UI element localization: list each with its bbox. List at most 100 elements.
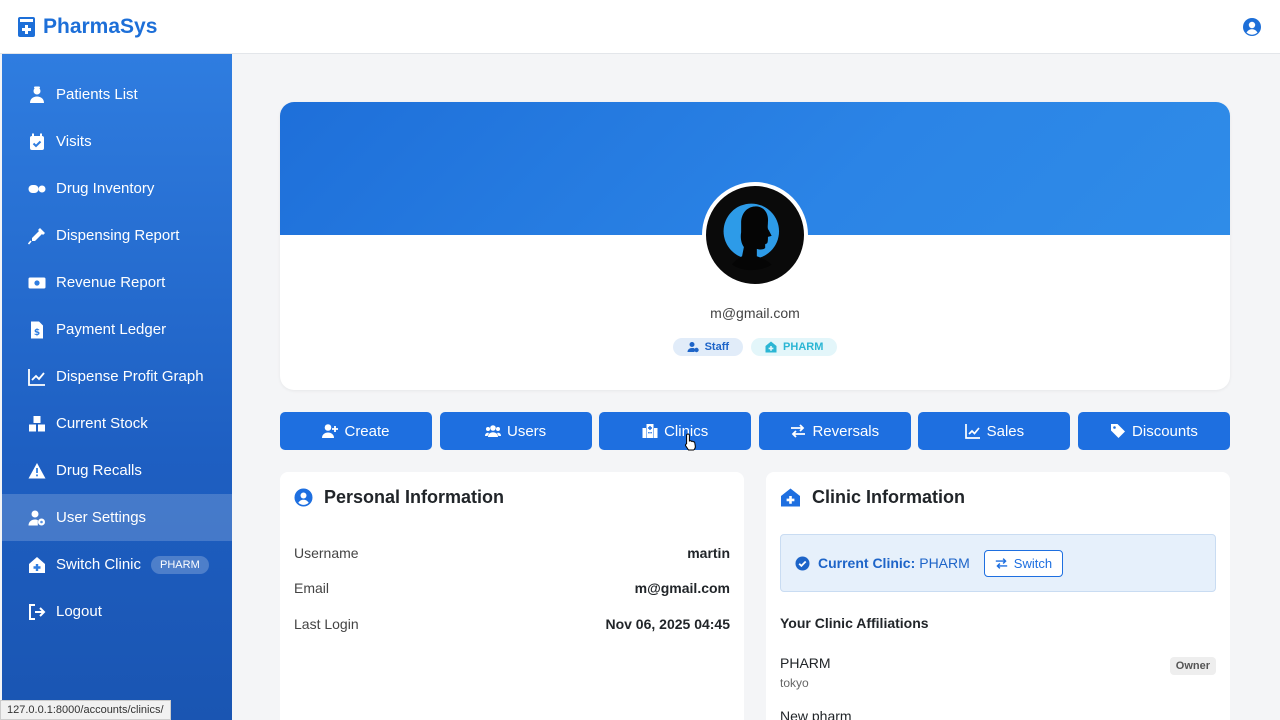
sidebar-item-payment-ledger[interactable]: $ Payment Ledger [2, 306, 232, 353]
affiliation-item: New pharm [780, 708, 1216, 720]
affiliation-location: tokyo [780, 676, 809, 690]
info-row-email: Email m@gmail.com [294, 580, 730, 596]
info-value: Nov 06, 2025 04:45 [605, 616, 730, 632]
pills-icon [26, 180, 48, 198]
info-row-last-login: Last Login Nov 06, 2025 04:45 [294, 616, 730, 632]
warning-icon [26, 462, 48, 480]
current-clinic-badge: PHARM [151, 555, 209, 574]
info-row-username: Username martin [294, 545, 730, 561]
action-buttons: Create Users Clinics Reversals Sales Dis… [280, 412, 1230, 450]
affiliation-name: New pharm [780, 708, 852, 720]
sidebar-item-user-settings[interactable]: User Settings [2, 494, 232, 541]
sidebar-item-drug-inventory[interactable]: Drug Inventory [2, 165, 232, 212]
avatar [702, 182, 808, 288]
file-invoice-dollar-icon: $ [26, 321, 48, 339]
info-label: Last Login [294, 616, 359, 632]
panel-title: Personal Information [324, 487, 505, 507]
sidebar-item-label: Payment Ledger [56, 321, 167, 338]
svg-text:$: $ [34, 328, 40, 338]
sidebar-item-label: Drug Recalls [56, 462, 142, 479]
brand-name: PharmaSys [43, 14, 158, 38]
user-circle-icon [294, 488, 313, 507]
affiliation-name: PHARM [780, 655, 831, 671]
sidebar-item-visits[interactable]: Visits [2, 118, 232, 165]
sign-out-icon [26, 603, 48, 621]
sidebar-item-dispensing-report[interactable]: Dispensing Report [2, 212, 232, 259]
user-circle-icon[interactable] [1242, 17, 1262, 37]
switch-clinic-button[interactable]: Switch [983, 549, 1064, 577]
reversals-button-label: Reversals [812, 422, 880, 440]
sidebar-item-drug-recalls[interactable]: Drug Recalls [2, 447, 232, 494]
discounts-button[interactable]: Discounts [1077, 412, 1230, 450]
current-clinic-label: Current Clinic: [818, 555, 916, 571]
affiliations-title: Your Clinic Affiliations [780, 615, 929, 631]
clinic-information-header: Clinic Information [780, 487, 965, 508]
sales-button[interactable]: Sales [918, 412, 1071, 450]
sidebar: Patients List Visits Drug Inventory Disp… [2, 54, 232, 720]
sidebar-nav: Patients List Visits Drug Inventory Disp… [2, 54, 232, 635]
sidebar-item-label: Patients List [56, 86, 138, 103]
user-nurse-icon [26, 86, 48, 104]
cubes-icon [26, 415, 48, 433]
calendar-check-icon [26, 133, 48, 151]
sidebar-item-patients-list[interactable]: Patients List [2, 71, 232, 118]
info-value: m@gmail.com [634, 580, 730, 596]
syringe-icon [26, 227, 48, 245]
clinic-medical-icon [781, 488, 800, 507]
sidebar-item-switch-clinic[interactable]: Switch Clinic PHARM [2, 541, 232, 588]
sidebar-item-label: Revenue Report [56, 274, 166, 291]
users-button[interactable]: Users [439, 412, 592, 450]
profile-email: m@gmail.com [710, 305, 800, 321]
top-navbar: PharmaSys [0, 0, 1280, 54]
sidebar-item-current-stock[interactable]: Current Stock [2, 400, 232, 447]
profile-card: m@gmail.com Staff PHARM [280, 102, 1230, 390]
sidebar-item-logout[interactable]: Logout [2, 588, 232, 635]
clinic-badge-label: PHARM [783, 341, 824, 353]
staff-badge-label: Staff [704, 341, 730, 353]
check-circle-icon [795, 556, 810, 570]
sidebar-item-label: Visits [56, 133, 92, 150]
role-badge: Owner [1169, 657, 1216, 675]
brand-logo[interactable]: PharmaSys [18, 15, 157, 39]
switch-button-label: Switch [1013, 555, 1053, 571]
hospital-icon [642, 424, 658, 438]
chart-line-icon [26, 368, 48, 386]
sidebar-item-label: Current Stock [56, 415, 148, 432]
affiliation-item: PHARM tokyo Owner [780, 655, 1216, 690]
users-button-label: Users [507, 422, 547, 440]
info-label: Username [294, 545, 359, 561]
clinic-medical-icon [26, 556, 48, 574]
sidebar-item-label: Dispensing Report [56, 227, 180, 244]
current-clinic-value: PHARM [919, 555, 970, 571]
clinic-medical-icon [765, 341, 777, 353]
clinics-button[interactable]: Clinics [599, 412, 752, 450]
exchange-icon [791, 424, 806, 438]
create-button[interactable]: Create [280, 412, 432, 450]
user-plus-icon [322, 424, 339, 438]
sidebar-item-dispense-profit-graph[interactable]: Dispense Profit Graph [2, 353, 232, 400]
discounts-button-label: Discounts [1132, 422, 1198, 440]
clinic-medical-icon [18, 16, 35, 37]
sidebar-item-label: User Settings [56, 509, 147, 526]
reversals-button[interactable]: Reversals [758, 412, 911, 450]
info-value: martin [687, 545, 730, 561]
user-cog-icon [687, 342, 699, 353]
sidebar-item-label: Switch Clinic [56, 556, 142, 573]
user-cog-icon [26, 509, 48, 527]
info-label: Email [294, 580, 330, 596]
tag-icon [1111, 424, 1126, 438]
users-icon [485, 425, 501, 437]
clinic-badge: PHARM [751, 338, 838, 356]
user-silhouette-icon [723, 203, 780, 271]
current-clinic-box: Current Clinic: PHARM Switch [780, 534, 1216, 592]
staff-badge: Staff [672, 338, 744, 356]
sidebar-item-label: Dispense Profit Graph [56, 368, 204, 385]
profile-badges: Staff PHARM [280, 338, 1230, 356]
exchange-icon [995, 557, 1007, 569]
sidebar-item-label: Logout [56, 603, 102, 620]
sales-button-label: Sales [986, 422, 1025, 440]
sidebar-item-revenue-report[interactable]: Revenue Report [2, 259, 232, 306]
sidebar-item-label: Drug Inventory [56, 180, 155, 197]
money-bill-icon [26, 274, 48, 292]
chart-line-icon [964, 424, 980, 439]
